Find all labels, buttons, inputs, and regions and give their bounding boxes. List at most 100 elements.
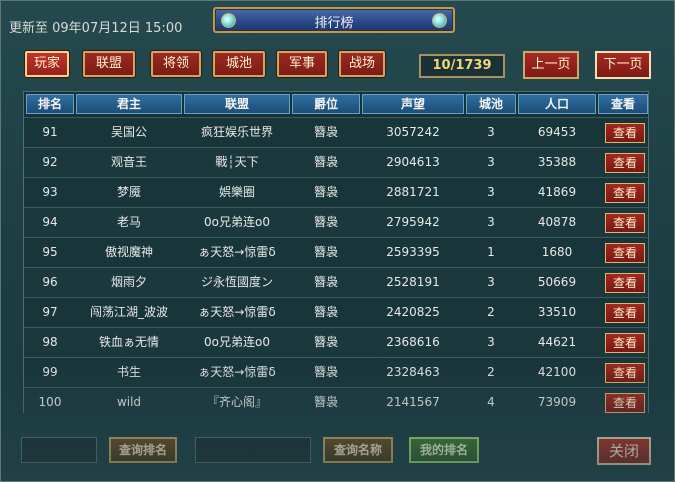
- next-page-button[interactable]: 下一页: [595, 51, 651, 79]
- prev-page-button[interactable]: 上一页: [523, 51, 579, 79]
- alliance-cell: 0o兄弟连o0: [204, 215, 270, 229]
- view-button[interactable]: 查看: [605, 243, 645, 263]
- population-cell: 50669: [537, 275, 577, 289]
- rank-cell: 93: [42, 185, 58, 199]
- table-row: 95 傲视魔神 ぁ天怒→惊雷δ 簪袅 2593395 1 1680 查看: [24, 237, 648, 267]
- table-row: 92 观音王 戰┆天下 簪袅 2904613 3 35388 查看: [24, 147, 648, 177]
- view-button[interactable]: 查看: [605, 123, 645, 143]
- col-header-prestige: 声望: [362, 94, 464, 114]
- population-cell: 40878: [537, 215, 577, 229]
- table-body: 91 吴国公 疯狂娱乐世界 簪袅 3057242 3 69453 查看 92 观…: [24, 117, 648, 417]
- orb-icon: [432, 13, 447, 28]
- col-header-rank: 排名: [26, 94, 74, 114]
- cities-cell: 3: [487, 215, 495, 229]
- alliance-cell: ぁ天怒→惊雷δ: [198, 365, 276, 379]
- prestige-cell: 2328463: [386, 365, 440, 379]
- prestige-cell: 2528191: [386, 275, 440, 289]
- prestige-cell: 2368616: [386, 335, 440, 349]
- rank-cell: 91: [42, 125, 58, 139]
- lord-cell: 傲视魔神: [104, 245, 153, 259]
- title-cell: 簪袅: [313, 155, 338, 169]
- title-cell: 簪袅: [313, 305, 338, 319]
- tab-generals[interactable]: 将领: [151, 51, 201, 77]
- col-header-cities: 城池: [466, 94, 516, 114]
- cities-cell: 3: [487, 335, 495, 349]
- alliance-cell: ぁ天怒→惊雷δ: [198, 245, 276, 259]
- prestige-cell: 3057242: [386, 125, 440, 139]
- my-rank-button[interactable]: 我的排名: [409, 437, 479, 463]
- cities-cell: 3: [487, 275, 495, 289]
- lord-cell: 观音王: [110, 155, 147, 169]
- view-button[interactable]: 查看: [605, 273, 645, 293]
- table-row: 93 梦魇 娯樂圈 簪袅 2881721 3 41869 查看: [24, 177, 648, 207]
- lord-cell: 烟雨夕: [110, 275, 147, 289]
- tab-alliances[interactable]: 联盟: [83, 51, 135, 77]
- col-header-title: 爵位: [292, 94, 360, 114]
- rank-cell: 98: [42, 335, 58, 349]
- alliance-cell: 娯樂圈: [218, 185, 255, 199]
- rank-cell: 100: [38, 395, 62, 409]
- table-row: 97 闯荡江湖_波波 ぁ天怒→惊雷δ 簪袅 2420825 2 33510 查看: [24, 297, 648, 327]
- lord-cell: 闯荡江湖_波波: [89, 305, 168, 319]
- search-name-button[interactable]: 查询名称: [323, 437, 393, 463]
- population-cell: 41869: [537, 185, 577, 199]
- alliance-cell: ぁ天怒→惊雷δ: [198, 305, 276, 319]
- title-cell: 簪袅: [313, 245, 338, 259]
- view-cell: 查看: [598, 328, 648, 358]
- lord-cell: 老马: [116, 215, 141, 229]
- population-cell: 69453: [537, 125, 577, 139]
- alliance-cell: 戰┆天下: [215, 155, 259, 169]
- view-button[interactable]: 查看: [605, 363, 645, 383]
- table-row: 98 铁血ぁ无情 0o兄弟连o0 簪袅 2368616 3 44621 查看: [24, 327, 648, 357]
- lord-cell: 铁血ぁ无情: [98, 335, 159, 349]
- lord-cell: wild: [116, 395, 142, 409]
- ranking-table: 排名 君主 联盟 爵位 声望 城池 人口 查看 91 吴国公 疯狂娱乐世界 簪袅…: [23, 91, 649, 417]
- view-button[interactable]: 查看: [605, 333, 645, 353]
- table-row: 94 老马 0o兄弟连o0 簪袅 2795942 3 40878 查看: [24, 207, 648, 237]
- view-cell: 查看: [598, 148, 648, 178]
- prestige-cell: 2141567: [386, 395, 440, 409]
- title-bar: 排行榜: [213, 7, 455, 33]
- prestige-cell: 2881721: [386, 185, 440, 199]
- view-button[interactable]: 查看: [605, 213, 645, 233]
- rank-cell: 94: [42, 215, 58, 229]
- name-search-input[interactable]: [195, 437, 311, 463]
- cities-cell: 3: [487, 125, 495, 139]
- view-button[interactable]: 查看: [605, 183, 645, 203]
- view-cell: 查看: [598, 118, 648, 148]
- alliance-cell: ジ永恆國度ン: [200, 275, 273, 289]
- col-header-population: 人口: [518, 94, 596, 114]
- cities-cell: 4: [487, 395, 495, 409]
- title-cell: 簪袅: [313, 185, 338, 199]
- title-cell: 簪袅: [313, 125, 338, 139]
- ranking-panel: 更新至 09年07月12日 15:00 排行榜 玩家 联盟 将领 城池 军事 战…: [0, 0, 675, 482]
- search-rank-button[interactable]: 查询排名: [109, 437, 177, 463]
- view-cell: 查看: [598, 298, 648, 328]
- population-cell: 42100: [537, 365, 577, 379]
- rank-cell: 97: [42, 305, 58, 319]
- col-header-lord: 君主: [76, 94, 182, 114]
- view-button[interactable]: 查看: [605, 393, 645, 413]
- table-row: 99 书生 ぁ天怒→惊雷δ 簪袅 2328463 2 42100 查看: [24, 357, 648, 387]
- cities-cell: 2: [487, 365, 495, 379]
- view-button[interactable]: 查看: [605, 153, 645, 173]
- title-cell: 簪袅: [313, 215, 338, 229]
- tab-military[interactable]: 军事: [277, 51, 327, 77]
- close-button[interactable]: 关闭: [597, 437, 651, 465]
- prestige-cell: 2795942: [386, 215, 440, 229]
- view-button[interactable]: 查看: [605, 303, 645, 323]
- population-cell: 1680: [541, 245, 573, 259]
- tab-players[interactable]: 玩家: [25, 51, 69, 77]
- view-cell: 查看: [598, 208, 648, 238]
- rank-search-input[interactable]: [21, 437, 97, 463]
- tab-cities[interactable]: 城池: [213, 51, 265, 77]
- view-cell: 查看: [598, 178, 648, 208]
- tab-battlefield[interactable]: 战场: [339, 51, 385, 77]
- col-header-view: 查看: [598, 94, 648, 114]
- alliance-cell: 『齐心阁』: [206, 395, 267, 409]
- title-cell: 簪袅: [313, 275, 338, 289]
- prestige-cell: 2420825: [386, 305, 440, 319]
- table-row: 91 吴国公 疯狂娱乐世界 簪袅 3057242 3 69453 查看: [24, 117, 648, 147]
- col-header-alliance: 联盟: [184, 94, 290, 114]
- population-cell: 73909: [537, 395, 577, 409]
